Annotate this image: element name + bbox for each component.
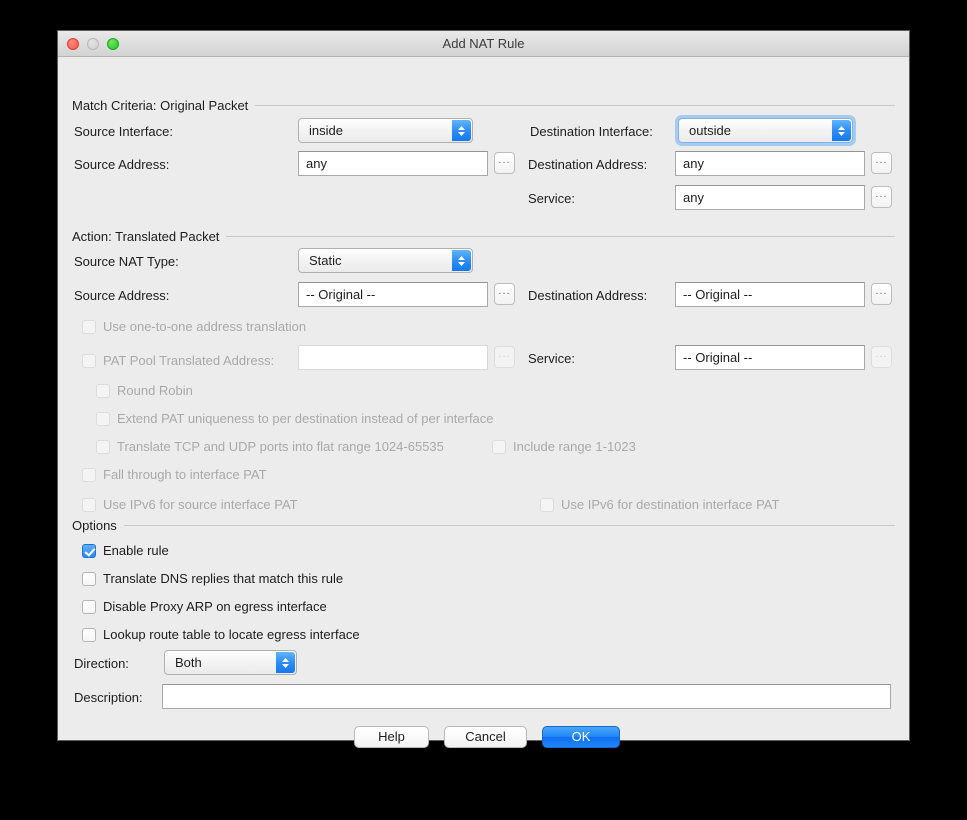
checkbox-use-one-to-one-translation[interactable]: Use one-to-one address translation: [82, 319, 306, 334]
checkbox-pat-pool-translated-address[interactable]: PAT Pool Translated Address:: [82, 353, 274, 368]
checkbox-box: [82, 467, 96, 482]
service-browse-button[interactable]: ...: [871, 186, 892, 208]
checkbox-box: [82, 543, 96, 558]
checkbox-enable-rule[interactable]: Enable rule: [82, 543, 169, 558]
direction-popup[interactable]: Both: [164, 650, 297, 675]
section-header-match-criteria: Match Criteria: Original Packet: [72, 98, 895, 113]
checkbox-translate-ports-flat-range[interactable]: Translate TCP and UDP ports into flat ra…: [96, 439, 444, 454]
checkbox-label: Translate TCP and UDP ports into flat ra…: [117, 439, 444, 454]
checkbox-box: [96, 411, 110, 426]
checkbox-include-range[interactable]: Include range 1-1023: [492, 439, 636, 454]
checkbox-label: Extend PAT uniqueness to per destination…: [117, 411, 494, 426]
service-input[interactable]: any: [675, 185, 865, 210]
checkbox-box: [82, 353, 96, 368]
section-divider: [226, 236, 895, 237]
label-description: Description:: [74, 690, 143, 705]
dialog-content: Match Criteria: Original Packet Source I…: [58, 57, 909, 748]
section-header-action: Action: Translated Packet: [72, 229, 895, 244]
section-divider: [123, 525, 895, 526]
destination-interface-value: outside: [689, 123, 731, 138]
label-source-nat-type: Source NAT Type:: [74, 254, 179, 269]
section-header-options: Options: [72, 518, 895, 533]
label-source-address: Source Address:: [74, 157, 170, 172]
translated-source-address-browse-button[interactable]: ...: [494, 283, 515, 305]
translated-service-browse-button[interactable]: ...: [871, 346, 892, 368]
source-interface-popup[interactable]: inside: [298, 118, 473, 143]
checkbox-lookup-route-table[interactable]: Lookup route table to locate egress inte…: [82, 627, 360, 642]
checkbox-box: [82, 599, 96, 614]
pat-pool-browse-button[interactable]: ...: [494, 346, 515, 368]
section-title-options: Options: [72, 518, 117, 533]
label-service: Service:: [528, 191, 575, 206]
translated-destination-address-input[interactable]: -- Original --: [675, 282, 865, 307]
label-translated-source-address: Source Address:: [74, 288, 170, 303]
checkbox-box: [82, 627, 96, 642]
description-input[interactable]: [162, 684, 891, 709]
checkbox-box: [96, 439, 110, 454]
checkbox-label: Disable Proxy ARP on egress interface: [103, 599, 327, 614]
source-address-browse-button[interactable]: ...: [494, 152, 515, 174]
checkbox-label: PAT Pool Translated Address:: [103, 353, 275, 368]
checkbox-label: Include range 1-1023: [513, 439, 636, 454]
checkbox-use-ipv6-destination-interface-pat[interactable]: Use IPv6 for destination interface PAT: [540, 497, 779, 512]
checkbox-label: Use IPv6 for destination interface PAT: [561, 497, 780, 512]
label-destination-address: Destination Address:: [528, 157, 648, 172]
checkbox-label: Use IPv6 for source interface PAT: [103, 497, 298, 512]
checkbox-label: Translate DNS replies that match this ru…: [103, 571, 344, 586]
translated-source-address-input[interactable]: -- Original --: [298, 282, 488, 307]
checkbox-box: [82, 497, 96, 512]
label-translated-service: Service:: [528, 351, 575, 366]
translated-destination-address-browse-button[interactable]: ...: [871, 283, 892, 305]
label-translated-destination-address: Destination Address:: [528, 288, 648, 303]
checkbox-extend-pat-uniqueness[interactable]: Extend PAT uniqueness to per destination…: [96, 411, 494, 426]
checkbox-fall-through-interface-pat[interactable]: Fall through to interface PAT: [82, 467, 267, 482]
checkbox-box: [96, 383, 110, 398]
chevron-updown-icon: [452, 120, 471, 141]
destination-interface-popup[interactable]: outside: [678, 118, 853, 143]
ok-button[interactable]: OK: [542, 726, 620, 748]
source-nat-type-popup[interactable]: Static: [298, 248, 473, 273]
section-divider: [255, 105, 895, 106]
section-title-action: Action: Translated Packet: [72, 229, 220, 244]
checkbox-label: Enable rule: [103, 543, 169, 558]
help-button[interactable]: Help: [354, 726, 429, 748]
direction-value: Both: [175, 655, 202, 670]
checkbox-label: Use one-to-one address translation: [103, 319, 307, 334]
cancel-button[interactable]: Cancel: [444, 726, 527, 748]
checkbox-label: Fall through to interface PAT: [103, 467, 267, 482]
source-nat-type-value: Static: [309, 253, 342, 268]
source-address-input[interactable]: any: [298, 151, 488, 176]
checkbox-label: Lookup route table to locate egress inte…: [103, 627, 360, 642]
destination-address-input[interactable]: any: [675, 151, 865, 176]
section-title-match-criteria: Match Criteria: Original Packet: [72, 98, 249, 113]
checkbox-box: [82, 319, 96, 334]
checkbox-use-ipv6-source-interface-pat[interactable]: Use IPv6 for source interface PAT: [82, 497, 298, 512]
label-source-interface: Source Interface:: [74, 124, 173, 139]
window-title: Add NAT Rule: [442, 36, 525, 51]
source-interface-value: inside: [309, 123, 343, 138]
chevron-updown-icon: [832, 120, 851, 141]
pat-pool-address-input[interactable]: [298, 345, 488, 370]
add-nat-rule-dialog: Add NAT Rule Match Criteria: Original Pa…: [57, 30, 910, 748]
translated-service-input[interactable]: -- Original --: [675, 345, 865, 370]
checkbox-label: Round Robin: [117, 383, 193, 398]
checkbox-translate-dns-replies[interactable]: Translate DNS replies that match this ru…: [82, 571, 343, 586]
checkbox-box: [492, 439, 506, 454]
label-destination-interface: Destination Interface:: [530, 124, 653, 139]
label-direction: Direction:: [74, 656, 129, 671]
checkbox-box: [82, 571, 96, 586]
checkbox-round-robin[interactable]: Round Robin: [96, 383, 193, 398]
destination-address-browse-button[interactable]: ...: [871, 152, 892, 174]
chevron-updown-icon: [276, 652, 295, 673]
chevron-updown-icon: [452, 250, 471, 271]
checkbox-disable-proxy-arp[interactable]: Disable Proxy ARP on egress interface: [82, 599, 327, 614]
window-titlebar: Add NAT Rule: [58, 31, 909, 57]
checkbox-box: [540, 497, 554, 512]
